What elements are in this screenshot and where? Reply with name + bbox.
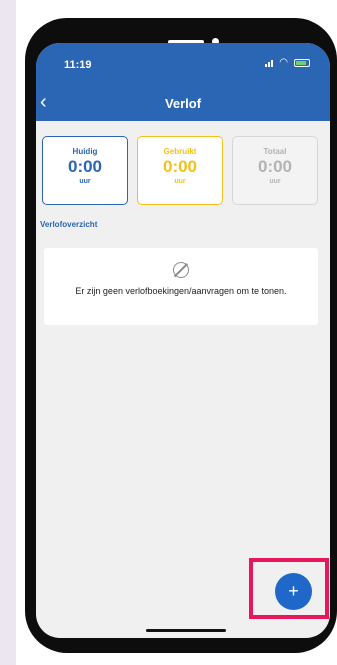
empty-message: Er zijn geen verlofboekingen/aanvragen o… <box>75 286 287 296</box>
card-value: 0:00 <box>257 157 293 176</box>
card-value: 0:00 <box>162 157 198 176</box>
page-title: Verlof <box>164 96 202 111</box>
card-unit: uur <box>174 178 186 185</box>
current-balance-card[interactable]: Huidig 0:00 uur <box>42 136 128 205</box>
card-unit: uur <box>269 178 281 185</box>
home-indicator <box>146 629 226 632</box>
app-bar: 11:19 ◠ ‹ Verlof <box>36 43 330 121</box>
total-balance-card[interactable]: Totaal 0:00 uur <box>232 136 318 205</box>
app-screen: 11:19 ◠ ‹ Verlof Huidig 0:00 uur Gebruik… <box>36 43 330 638</box>
card-label: Totaal <box>263 147 287 156</box>
highlight-box <box>249 558 329 619</box>
battery-icon <box>294 59 310 67</box>
card-label: Huidig <box>72 147 98 156</box>
ban-icon <box>173 262 189 278</box>
status-time: 11:19 <box>64 59 92 71</box>
empty-state: Er zijn geen verlofboekingen/aanvragen o… <box>44 248 318 325</box>
used-balance-card[interactable]: Gebruikt 0:00 uur <box>137 136 223 205</box>
signal-icon <box>265 59 274 67</box>
card-label: Gebruikt <box>163 147 197 156</box>
wifi-icon: ◠ <box>279 57 288 68</box>
section-title: Verlofoverzicht <box>40 220 98 229</box>
card-value: 0:00 <box>67 157 103 176</box>
status-icons: ◠ <box>265 58 310 68</box>
card-unit: uur <box>79 178 91 185</box>
